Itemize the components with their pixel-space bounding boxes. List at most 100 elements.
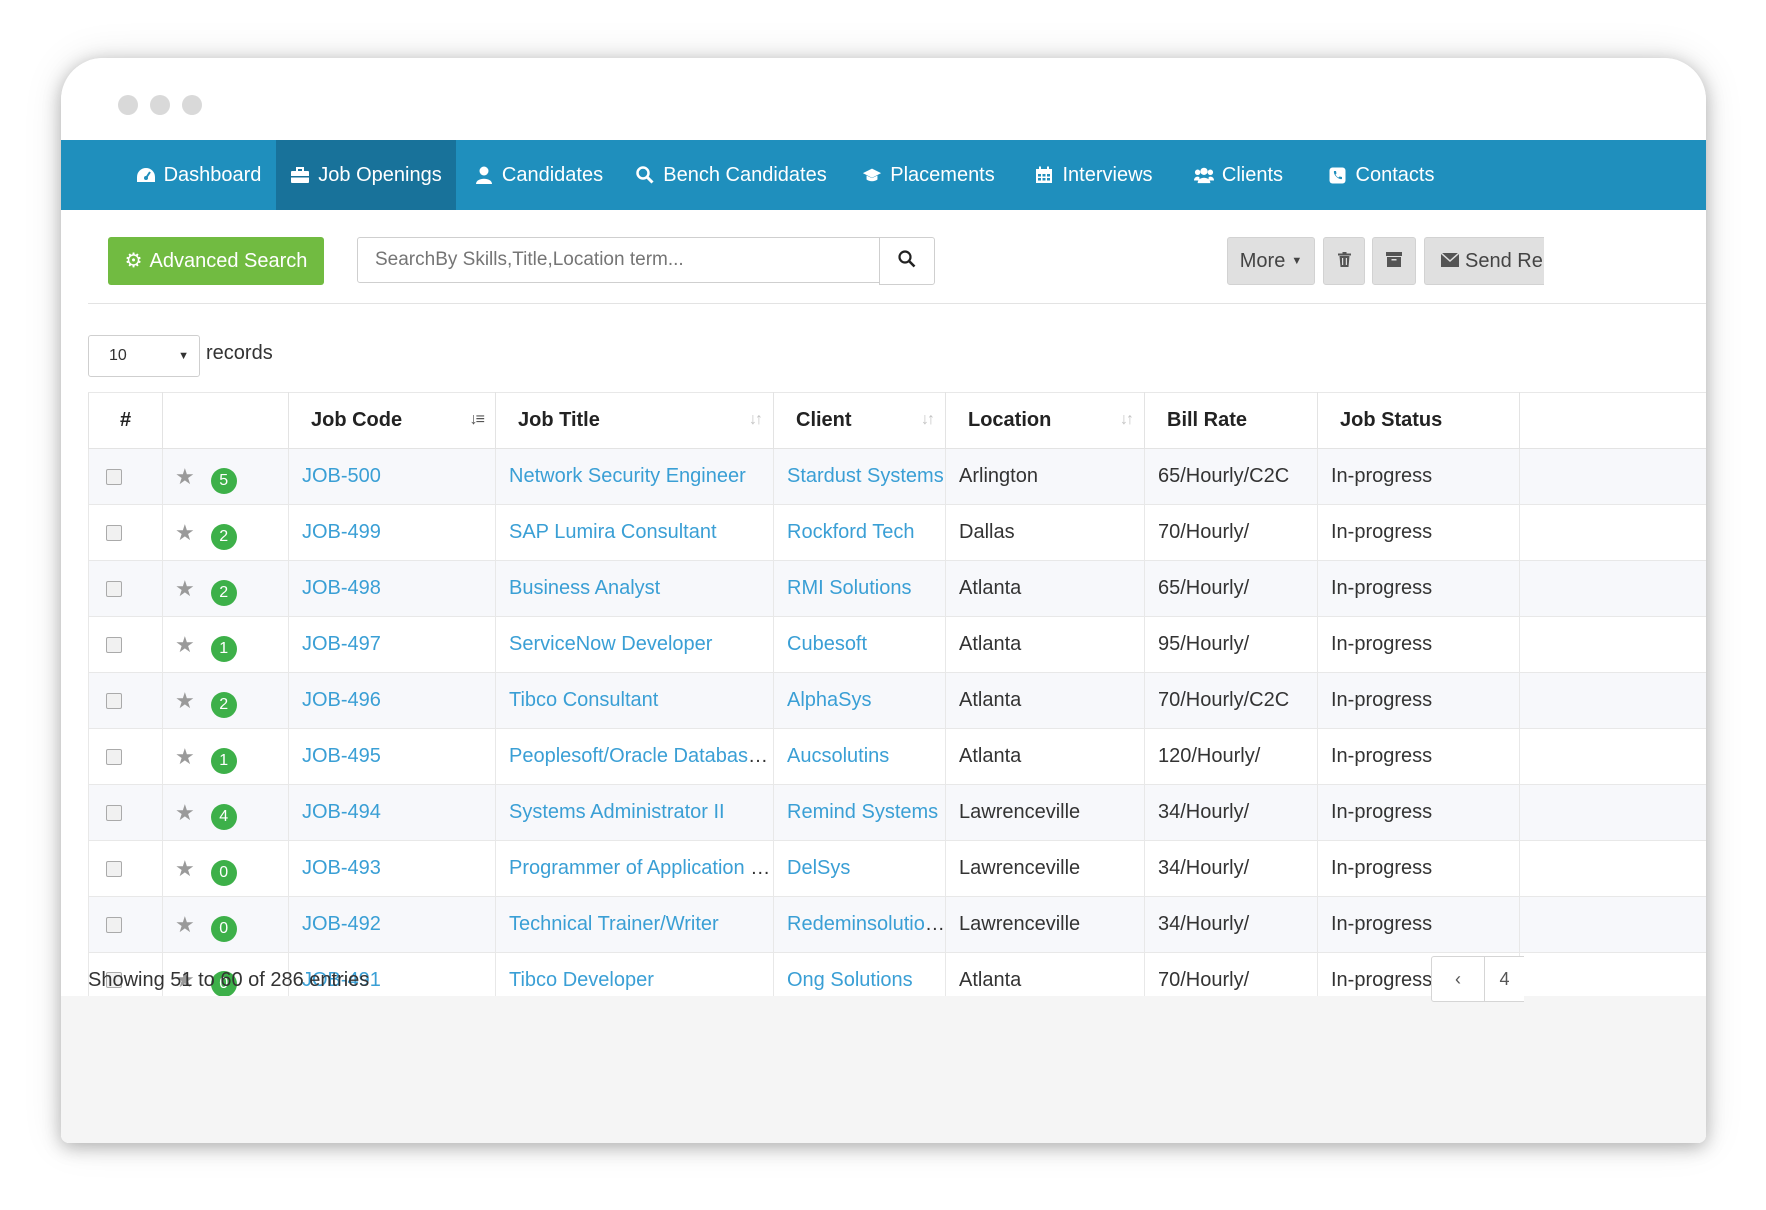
row-checkbox[interactable] — [106, 692, 122, 709]
submission-count-badge[interactable]: 1 — [210, 747, 237, 774]
row-checkbox[interactable] — [106, 916, 122, 933]
submission-count-badge[interactable]: 2 — [210, 579, 237, 606]
row-checkbox[interactable] — [106, 860, 122, 877]
table-row[interactable]: ★ 0 JOB-493 Programmer of Application D... D… — [88, 840, 1706, 897]
search-input[interactable] — [357, 237, 880, 283]
table-body: ★ 5 JOB-500 Network Security Engineer Stardu… — [88, 448, 1706, 1010]
header-location[interactable]: Location ↓↑ — [945, 392, 1145, 449]
row-checkbox[interactable] — [106, 748, 122, 765]
bill-rate-cell: 95/Hourly/ — [1144, 616, 1318, 673]
header-job-status[interactable]: Job Status — [1317, 392, 1520, 449]
extra-cell — [1519, 448, 1706, 505]
job-code-link[interactable]: JOB-492 — [302, 913, 381, 935]
job-code-link[interactable]: JOB-496 — [302, 689, 381, 711]
client-link[interactable]: RMI Solutions — [787, 577, 912, 599]
submission-count-badge[interactable]: 4 — [210, 803, 237, 830]
star-icon[interactable]: ★ — [175, 856, 195, 881]
job-title-link[interactable]: Business Analyst — [509, 577, 660, 599]
nav-item-placements[interactable]: Placements — [841, 140, 1016, 210]
header-job-title[interactable]: Job Title ↓↑ — [495, 392, 774, 449]
nav-item-interviews[interactable]: Interviews — [1016, 140, 1171, 210]
advanced-search-button[interactable]: ⚙ Advanced Search — [108, 237, 324, 285]
job-code-link[interactable]: JOB-495 — [302, 745, 381, 767]
header-client[interactable]: Client ↓↑ — [773, 392, 946, 449]
job-title-link[interactable]: Technical Trainer/Writer — [509, 913, 719, 935]
job-title-link[interactable]: ServiceNow Developer — [509, 633, 712, 655]
job-code-link[interactable]: JOB-493 — [302, 857, 381, 879]
job-title-link[interactable]: Tibco Consultant — [509, 689, 658, 711]
submission-count-badge[interactable]: 2 — [210, 691, 237, 718]
job-title-link[interactable]: Systems Administrator II — [509, 801, 725, 823]
header-job-code[interactable]: Job Code ↓≡ — [288, 392, 496, 449]
job-title-link[interactable]: Peoplesoft/Oracle Database ... — [509, 745, 773, 767]
nav-item-job-openings[interactable]: Job Openings — [276, 140, 456, 210]
job-code-cell: JOB-497 — [288, 616, 496, 673]
submission-count-badge[interactable]: 1 — [210, 635, 237, 662]
client-link[interactable]: Aucsolutins — [787, 745, 889, 767]
table-row[interactable]: ★ 2 JOB-499 SAP Lumira Consultant Rockford T… — [88, 504, 1706, 561]
nav-item-candidates[interactable]: Candidates — [456, 140, 621, 210]
row-checkbox-cell — [88, 448, 163, 505]
pagination-prev-button[interactable]: ‹ — [1431, 956, 1485, 1002]
job-code-link[interactable]: JOB-494 — [302, 801, 381, 823]
star-icon[interactable]: ★ — [175, 688, 195, 713]
row-checkbox[interactable] — [106, 580, 122, 597]
client-link[interactable]: Rockford Tech — [787, 521, 914, 543]
client-link[interactable]: Stardust Systems — [787, 465, 944, 487]
star-icon[interactable]: ★ — [175, 744, 195, 769]
row-checkbox[interactable] — [106, 636, 122, 653]
table-row[interactable]: ★ 5 JOB-500 Network Security Engineer Stardu… — [88, 448, 1706, 505]
nav-item-dashboard[interactable]: Dashboard — [121, 140, 276, 210]
header-label: Job Code — [311, 409, 403, 431]
records-per-page-value: 10 — [109, 347, 127, 364]
submission-count-badge[interactable]: 0 — [210, 859, 237, 886]
client-link[interactable]: AlphaSys — [787, 689, 872, 711]
star-icon[interactable]: ★ — [175, 464, 195, 489]
star-icon[interactable]: ★ — [175, 576, 195, 601]
job-code-link[interactable]: JOB-498 — [302, 577, 381, 599]
table-row[interactable]: ★ 2 JOB-496 Tibco Consultant AlphaSys Atlanta… — [88, 672, 1706, 729]
star-icon[interactable]: ★ — [175, 632, 195, 657]
delete-button[interactable] — [1323, 237, 1365, 285]
star-icon[interactable]: ★ — [175, 912, 195, 937]
star-icon[interactable]: ★ — [175, 520, 195, 545]
job-code-link[interactable]: JOB-499 — [302, 521, 381, 543]
nav-label: Interviews — [1062, 163, 1153, 186]
table-row[interactable]: ★ 4 JOB-494 Systems Administrator II Remind … — [88, 784, 1706, 841]
row-checkbox[interactable] — [106, 524, 122, 541]
row-checkbox[interactable] — [106, 804, 122, 821]
job-code-link[interactable]: JOB-497 — [302, 633, 381, 655]
search-button[interactable] — [879, 237, 935, 285]
submission-count-badge[interactable]: 0 — [210, 915, 237, 942]
gear-icon: ⚙ — [124, 250, 143, 272]
client-link[interactable]: Redeminsolutions — [787, 913, 945, 935]
job-code-link[interactable]: JOB-500 — [302, 465, 381, 487]
star-icon[interactable]: ★ — [175, 800, 195, 825]
submission-count-badge[interactable]: 2 — [210, 523, 237, 550]
job-title-link[interactable]: Tibco Developer — [509, 969, 654, 991]
row-checkbox[interactable] — [106, 468, 122, 485]
header-bill-rate[interactable]: Bill Rate — [1144, 392, 1318, 449]
row-actions-cell: ★ 1 — [162, 728, 289, 785]
client-link[interactable]: Ong Solutions — [787, 969, 913, 991]
table-row[interactable]: ★ 0 JOB-492 Technical Trainer/Writer Redemin… — [88, 896, 1706, 953]
nav-item-clients[interactable]: Clients — [1171, 140, 1306, 210]
table-row[interactable]: ★ 1 JOB-495 Peoplesoft/Oracle Database ... A… — [88, 728, 1706, 785]
job-title-link[interactable]: Programmer of Application D... — [509, 857, 773, 879]
send-button[interactable]: Send Re — [1424, 237, 1544, 285]
archive-button[interactable] — [1372, 237, 1416, 285]
table-row[interactable]: ★ 2 JOB-498 Business Analyst RMI Solutions At… — [88, 560, 1706, 617]
briefcase-icon — [290, 165, 310, 185]
nav-item-bench-candidates[interactable]: Bench Candidates — [621, 140, 841, 210]
pagination-page-button[interactable]: 4 — [1484, 956, 1524, 1002]
client-link[interactable]: Remind Systems — [787, 801, 938, 823]
job-title-link[interactable]: SAP Lumira Consultant — [509, 521, 717, 543]
submission-count-badge[interactable]: 5 — [210, 467, 237, 494]
more-dropdown-button[interactable]: More ▼ — [1227, 237, 1315, 285]
client-link[interactable]: Cubesoft — [787, 633, 867, 655]
records-per-page-select[interactable]: 10 ▼ — [88, 335, 200, 377]
nav-item-contacts[interactable]: Contacts — [1306, 140, 1456, 210]
client-link[interactable]: DelSys — [787, 857, 850, 879]
table-row[interactable]: ★ 1 JOB-497 ServiceNow Developer Cubesoft Atl… — [88, 616, 1706, 673]
job-title-link[interactable]: Network Security Engineer — [509, 465, 746, 487]
